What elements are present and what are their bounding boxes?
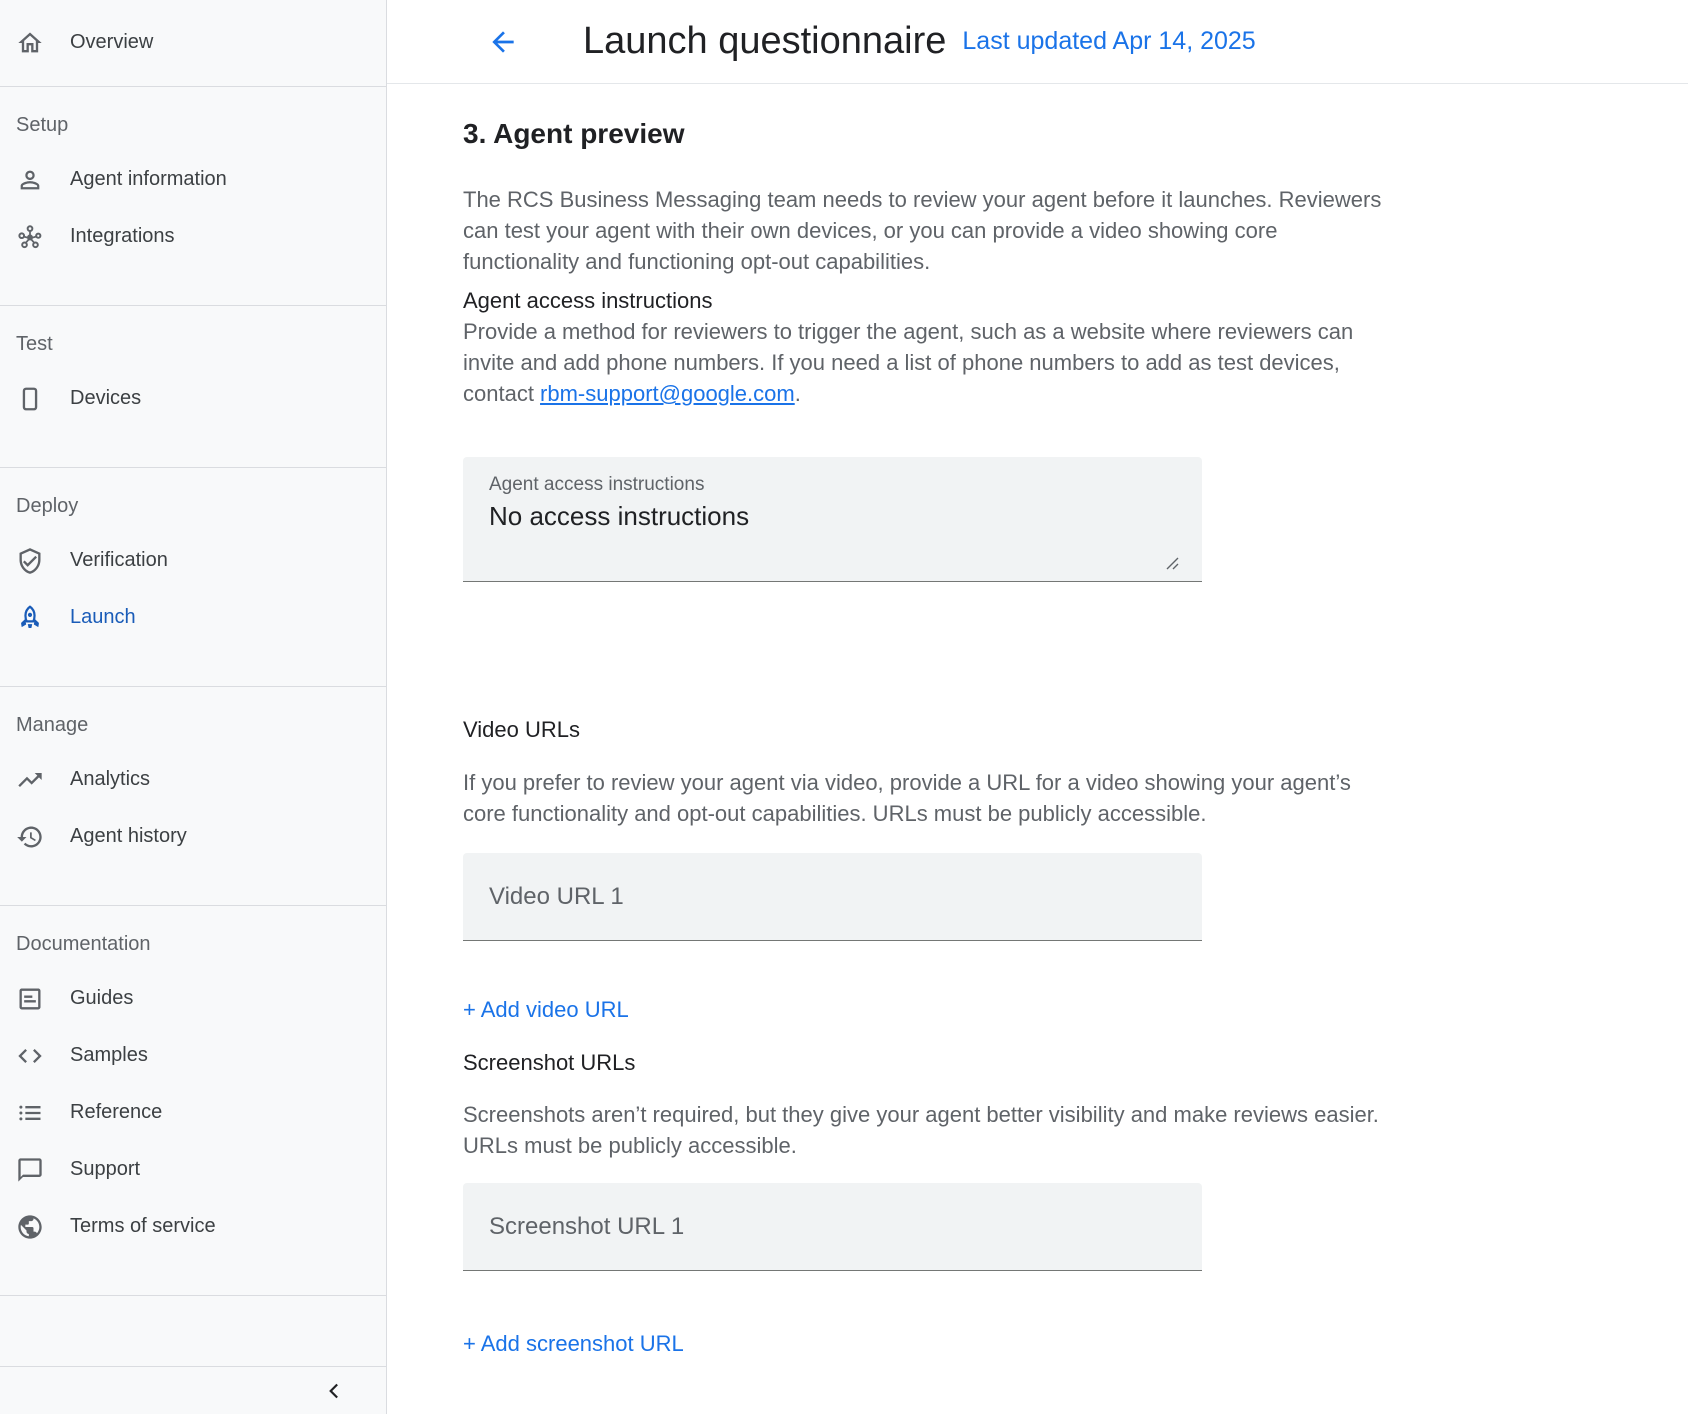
video-url-input[interactable] (463, 853, 1202, 941)
history-icon (16, 823, 44, 851)
rocket-icon (16, 604, 44, 632)
sidebar-collapse-button[interactable] (322, 1378, 348, 1404)
sidebar-section-title: Deploy (16, 490, 386, 522)
resize-handle[interactable] (1164, 555, 1180, 571)
sidebar-item-devices[interactable]: Devices (0, 370, 386, 427)
sidebar-item-label: Samples (70, 1044, 148, 1067)
section-heading: 3. Agent preview (463, 116, 1648, 151)
sidebar-item-verification[interactable]: Verification (0, 532, 386, 589)
sidebar-item-terms-of-service[interactable]: Terms of service (0, 1198, 386, 1255)
sidebar-divider (0, 1295, 386, 1296)
sidebar-section-title: Manage (16, 709, 386, 741)
sidebar-item-agent-history[interactable]: Agent history (0, 808, 386, 865)
video-urls-description: If you prefer to review your agent via v… (463, 767, 1493, 829)
sidebar-section-title: Setup (16, 109, 386, 141)
screenshot-url-input[interactable] (463, 1183, 1202, 1271)
sidebar-item-analytics[interactable]: Analytics (0, 751, 386, 808)
sidebar-divider (0, 86, 386, 87)
sidebar-item-label: Overview (70, 31, 153, 54)
access-instructions-label: Agent access instructions (463, 285, 1648, 316)
sidebar-section-title: Test (16, 328, 386, 360)
chat-icon (16, 1156, 44, 1184)
sidebar-item-label: Analytics (70, 768, 150, 791)
sidebar-item-label: Agent history (70, 825, 187, 848)
textarea-value: No access instructions (489, 501, 749, 532)
code-icon (16, 1042, 44, 1070)
back-button[interactable] (487, 26, 519, 58)
sidebar-item-integrations[interactable]: Integrations (0, 208, 386, 265)
page-header: Launch questionnaire Last updated Apr 14… (387, 0, 1688, 84)
sidebar-item-support[interactable]: Support (0, 1141, 386, 1198)
sidebar-item-label: Guides (70, 987, 133, 1010)
intro-paragraph: The RCS Business Messaging team needs to… (463, 184, 1493, 277)
sidebar-item-launch[interactable]: Launch (0, 589, 386, 646)
sidebar-item-label: Support (70, 1158, 140, 1181)
video-urls-label: Video URLs (463, 714, 1648, 745)
sidebar-item-label: Verification (70, 549, 168, 572)
person-icon (16, 166, 44, 194)
hub-icon (16, 223, 44, 251)
sidebar-item-overview[interactable]: Overview (0, 14, 386, 71)
sidebar-item-samples[interactable]: Samples (0, 1027, 386, 1084)
chevron-left-icon (322, 1378, 348, 1404)
trending-icon (16, 766, 44, 794)
back-arrow-icon (487, 26, 519, 58)
sidebar: Overview Setup Agent information Integratio… (0, 0, 387, 1414)
sidebar-divider (0, 686, 386, 687)
add-screenshot-url-button[interactable]: + Add screenshot URL (463, 1328, 684, 1359)
sidebar-item-label: Integrations (70, 225, 175, 248)
sidebar-item-label: Launch (70, 606, 136, 629)
textarea-floating-label: Agent access instructions (489, 474, 704, 496)
app-window: Overview Setup Agent information Integratio… (0, 0, 1688, 1414)
last-updated-text: Last updated Apr 14, 2025 (962, 27, 1255, 56)
article-icon (16, 985, 44, 1013)
shield-icon (16, 547, 44, 575)
sidebar-item-reference[interactable]: Reference (0, 1084, 386, 1141)
access-instructions-textarea[interactable]: Agent access instructions No access inst… (463, 457, 1202, 582)
sidebar-item-guides[interactable]: Guides (0, 970, 386, 1027)
globe-icon (16, 1213, 44, 1241)
sidebar-item-label: Reference (70, 1101, 162, 1124)
resize-grip-icon (1164, 555, 1180, 571)
sidebar-divider (0, 905, 386, 906)
access-description-suffix: . (795, 381, 801, 406)
access-instructions-description: Provide a method for reviewers to trigge… (463, 316, 1493, 409)
sidebar-section-title: Documentation (16, 928, 386, 960)
sidebar-divider (0, 305, 386, 306)
sidebar-item-label: Devices (70, 387, 141, 410)
sidebar-divider (0, 467, 386, 468)
page-content: 3. Agent preview The RCS Business Messag… (387, 84, 1688, 1359)
sidebar-item-label: Terms of service (70, 1215, 216, 1238)
support-email-link[interactable]: rbm-support@google.com (540, 381, 795, 406)
list-icon (16, 1099, 44, 1127)
add-video-url-button[interactable]: + Add video URL (463, 994, 629, 1025)
home-icon (16, 29, 44, 57)
sidebar-collapse-bar (0, 1366, 386, 1414)
smartphone-icon (16, 385, 44, 413)
main-area: Launch questionnaire Last updated Apr 14… (387, 0, 1688, 1414)
screenshot-urls-label: Screenshot URLs (463, 1047, 1648, 1078)
sidebar-nav: Overview Setup Agent information Integratio… (0, 14, 386, 1296)
sidebar-item-agent-information[interactable]: Agent information (0, 151, 386, 208)
sidebar-item-label: Agent information (70, 168, 227, 191)
page-title: Launch questionnaire (583, 20, 946, 63)
screenshot-urls-description: Screenshots aren’t required, but they gi… (463, 1099, 1493, 1161)
